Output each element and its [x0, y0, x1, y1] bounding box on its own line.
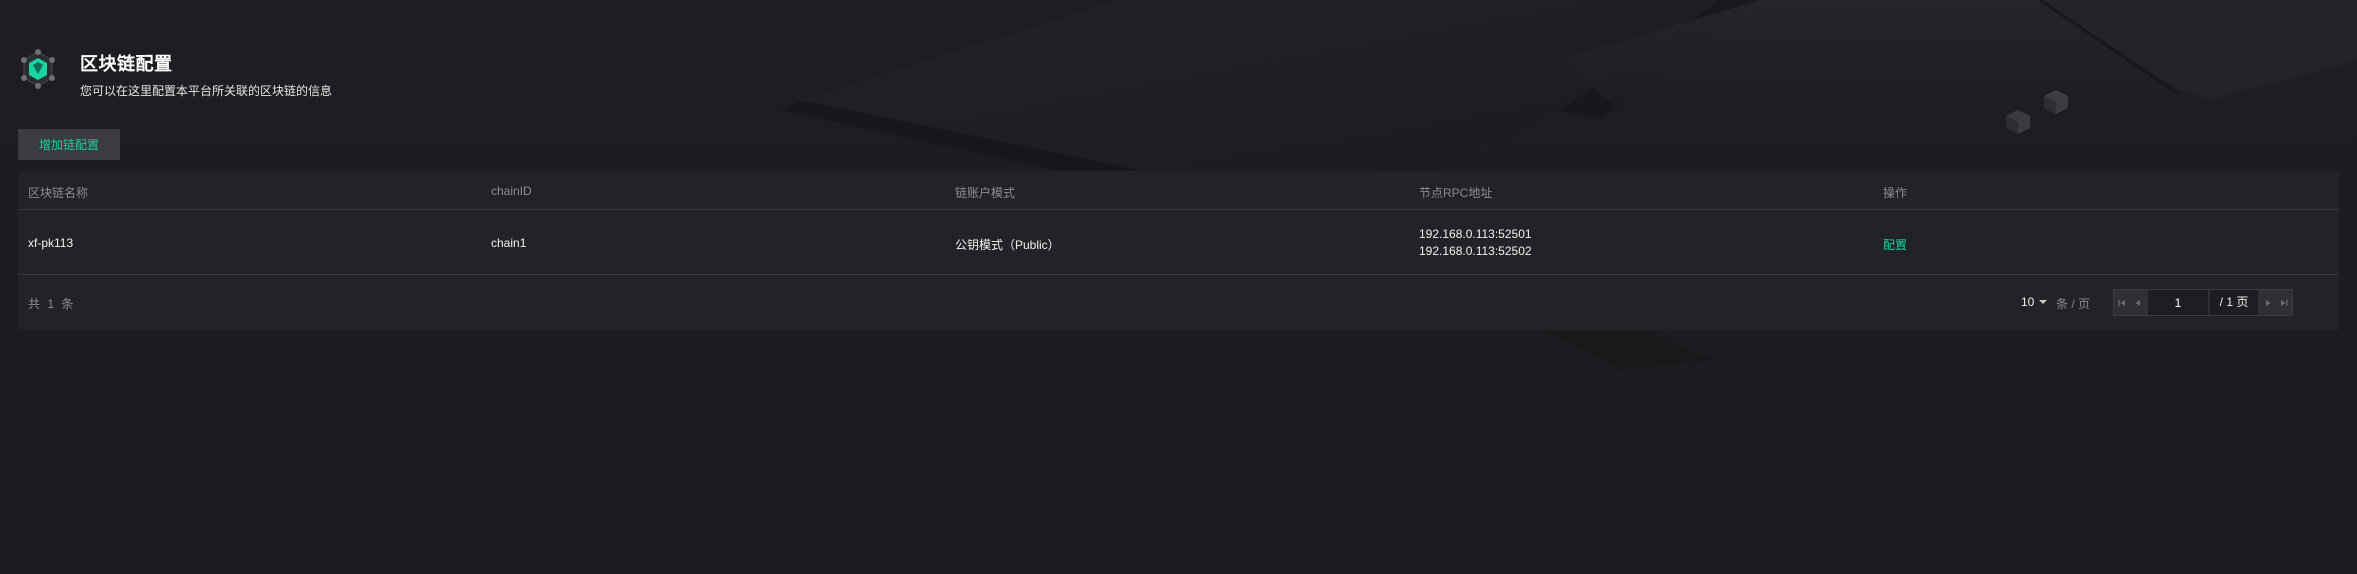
cell-chain-id: chain1 — [491, 236, 527, 250]
column-header-account-mode: 链账户模式 — [955, 186, 1016, 200]
table-row: xf-pk113 chain1 公钥模式（Public） 192.168.0.1… — [18, 210, 2339, 275]
page-size-select[interactable]: 10 — [2021, 293, 2048, 311]
page-number-input[interactable] — [2148, 290, 2208, 315]
rpc-address-line: 192.168.0.113:52502 — [1419, 244, 1532, 258]
page-title: 区块链配置 — [80, 54, 173, 74]
column-header-rpc-address: 节点RPC地址 — [1419, 186, 1493, 200]
next-page-icon — [2266, 299, 2271, 306]
page: 区块链配置 您可以在这里配置本平台所关联的区块链的信息 增加链配置 区块链名称 … — [0, 0, 2357, 574]
blockchain-logo-icon — [21, 49, 55, 89]
per-page-label: 条 / 页 — [2056, 297, 2091, 311]
first-page-button[interactable] — [2114, 290, 2130, 315]
page-size-value: 10 — [2021, 295, 2035, 309]
column-header-chain-id: chainID — [491, 184, 532, 198]
cell-chain-name: xf-pk113 — [28, 236, 74, 250]
chain-config-table: 区块链名称 chainID 链账户模式 节点RPC地址 操作 xf-pk113 … — [18, 171, 2339, 330]
column-header-chain-name: 区块链名称 — [28, 186, 89, 200]
last-page-icon — [2281, 299, 2288, 306]
chevron-down-icon — [2039, 300, 2048, 304]
rpc-address-line: 192.168.0.113:52501 — [1419, 227, 1532, 241]
column-header-actions: 操作 — [1883, 186, 1908, 200]
add-chain-config-button[interactable]: 增加链配置 — [18, 129, 120, 160]
total-count: 共 1 条 — [28, 297, 76, 311]
pagination-controls: / 1 页 — [2113, 289, 2293, 316]
cell-rpc-address: 192.168.0.113:52501 192.168.0.113:52502 — [1419, 226, 1532, 260]
cell-actions: 配置 — [1883, 236, 1907, 253]
configure-link[interactable]: 配置 — [1883, 238, 1907, 252]
next-page-button[interactable] — [2260, 290, 2276, 315]
prev-page-icon — [2135, 299, 2140, 306]
table-header: 区块链名称 chainID 链账户模式 节点RPC地址 操作 — [18, 171, 2339, 210]
prev-page-button[interactable] — [2130, 290, 2146, 315]
first-page-icon — [2118, 299, 2125, 306]
table-footer: 共 1 条 10 条 / 页 / 1 — [18, 275, 2339, 330]
page-header: 区块链配置 您可以在这里配置本平台所关联的区块链的信息 — [18, 46, 332, 106]
total-pages-label: / 1 页 — [2210, 290, 2258, 315]
cell-account-mode: 公钥模式（Public） — [955, 238, 1060, 252]
page-subtitle: 您可以在这里配置本平台所关联的区块链的信息 — [80, 84, 333, 98]
last-page-button[interactable] — [2276, 290, 2292, 315]
